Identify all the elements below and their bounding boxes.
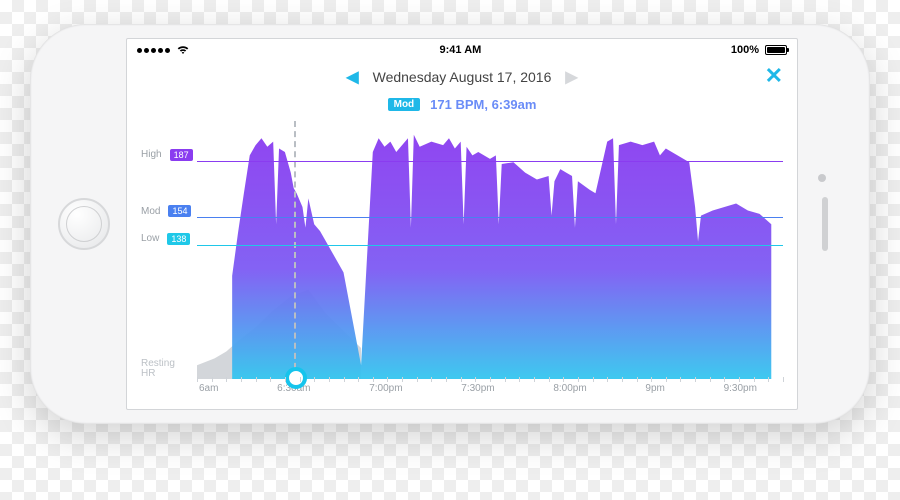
battery-percent: 100%	[731, 44, 759, 56]
earpiece-speaker	[822, 197, 828, 251]
phone-frame: 9:41 AM 100% ◀ Wednesday August 17, 2016…	[30, 24, 870, 424]
zone-line-high	[197, 161, 783, 162]
next-day-button[interactable]: ▶	[551, 67, 591, 87]
zone-line-mod	[197, 217, 783, 218]
zone-label-low: Low138	[141, 233, 190, 245]
date-label: Wednesday August 17, 2016	[373, 69, 552, 85]
zone-label-resting: Resting HR	[141, 359, 175, 379]
home-button[interactable]	[58, 198, 110, 250]
screen: 9:41 AM 100% ◀ Wednesday August 17, 2016…	[126, 38, 798, 410]
x-tick-label: 7:30pm	[461, 383, 494, 409]
scrubber-tooltip: Mod 171 BPM, 6:39am	[127, 93, 797, 115]
x-tick-marks	[197, 376, 783, 382]
zone-line-low	[197, 245, 783, 246]
x-tick-label: 7:00pm	[369, 383, 402, 409]
x-axis-labels: 6am6:30am7:00pm7:30pm8:00pm9pm9:30pm	[127, 383, 797, 409]
x-tick-label: 6am	[199, 383, 218, 409]
zone-label-mod: Mod154	[141, 205, 191, 217]
x-tick-label: 8:00pm	[553, 383, 586, 409]
prev-day-button[interactable]: ◀	[332, 67, 372, 87]
zone-pill: Mod	[388, 98, 421, 111]
status-bar: 9:41 AM 100%	[127, 39, 797, 61]
front-camera	[818, 174, 826, 182]
hr-chart: High187 Mod154 Low138 Resting HR	[141, 121, 783, 379]
status-time: 9:41 AM	[440, 44, 482, 56]
close-button[interactable]: ✕	[765, 63, 783, 89]
x-tick-label: 9:30pm	[724, 383, 757, 409]
wifi-icon	[176, 45, 190, 55]
date-nav: ◀ Wednesday August 17, 2016 ▶ ✕	[127, 61, 797, 93]
x-tick-label: 9pm	[645, 383, 664, 409]
scrubber-value: 171 BPM, 6:39am	[430, 97, 536, 112]
signal-dots-icon	[137, 48, 170, 53]
battery-icon	[765, 45, 787, 55]
zone-label-high: High187	[141, 149, 193, 161]
